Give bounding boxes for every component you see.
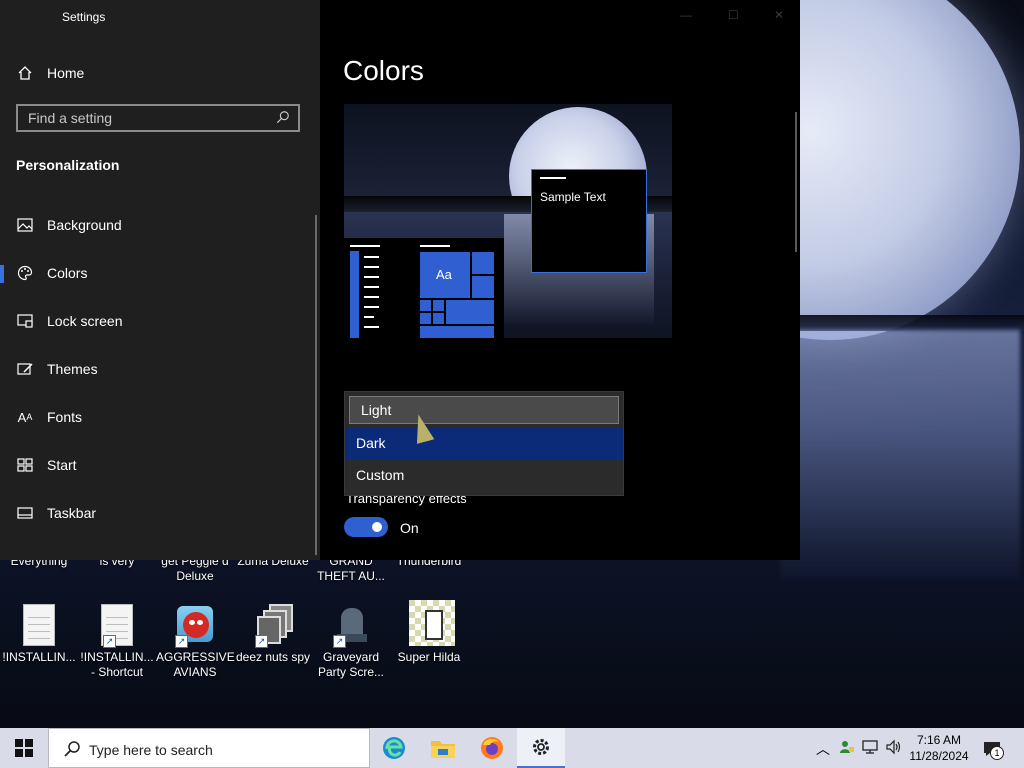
close-icon[interactable]: ✕ [774,8,784,22]
user-presence-icon[interactable] [838,739,856,757]
desktop-icon-super-hilda[interactable]: Super Hilda [390,600,468,665]
notification-center-icon[interactable]: 1 [982,739,1004,760]
preview-start-menu: Aa [344,238,504,338]
preview-sample-text: Sample Text [540,190,606,204]
content-scrollbar[interactable] [795,112,797,252]
nav-scrollbar[interactable] [315,215,317,555]
nav-fonts[interactable]: AA Fonts [0,397,320,437]
desktop-icon-label: !INSTALLIN... [2,650,76,664]
settings-content-pane: — ☐ ✕ Colors Aa Sample Text Transparency… [320,0,800,560]
nav-taskbar-label: Taskbar [47,505,97,521]
themes-icon [16,360,34,378]
water-reflection-graphic [780,330,1020,580]
document-icon [23,604,55,646]
shortcut-arrow-icon: ↗ [103,635,116,648]
nav-start-label: Start [47,457,77,473]
find-setting-input[interactable] [18,106,278,130]
color-mode-dropdown[interactable]: Light Dark Custom [344,391,624,496]
desktop-icon-aggressive-avians[interactable]: ↗ AGGRESSIVE AVIANS [156,604,235,680]
nav-home-label: Home [47,65,85,81]
nav-colors[interactable]: Colors [0,253,320,293]
image-icon [16,216,34,234]
taskbar-file-explorer[interactable] [419,728,467,768]
nav-background-label: Background [47,217,122,233]
find-setting-search[interactable] [16,104,300,132]
page-title: Colors [343,55,424,86]
preview-sample-window: Sample Text [531,169,647,273]
nav-start[interactable]: Start [0,445,320,485]
section-title: Personalization [16,157,120,173]
desktop-icon-graveyard-party[interactable]: ↗ Graveyard Party Scre... [312,604,390,680]
desktop-icon-label: !INSTALLIN... - Shortcut [80,650,154,679]
minimize-icon[interactable]: — [680,8,692,22]
nav-lock-screen[interactable]: Lock screen [0,301,320,341]
settings-nav-pane: Settings Home Personalization Background… [0,0,320,560]
pixel-game-icon [409,600,455,646]
taskbar-edge[interactable] [370,728,418,768]
settings-window: Settings Home Personalization Background… [0,0,800,560]
shortcut-arrow-icon: ↗ [255,635,268,648]
show-hidden-icons-chevron-icon[interactable]: ︿ [814,739,832,757]
nav-taskbar[interactable]: Taskbar [0,493,320,533]
desktop-icon-label: Graveyard Party Scre... [317,650,385,679]
stacked-windows-icon: ↗ [253,604,293,648]
settings-gear-icon [533,739,549,755]
notification-count-badge: 1 [990,746,1004,760]
app-title: Settings [62,10,106,24]
dropdown-option-dark[interactable]: Dark [345,427,623,459]
file-explorer-icon [431,741,455,758]
desktop-icon-installer-shortcut[interactable]: ↗ !INSTALLIN... - Shortcut [78,604,156,680]
taskbar-search-input[interactable] [87,737,361,763]
preview-tile-aa: Aa [420,252,470,298]
firefox-icon [481,737,503,759]
nav-lock-screen-label: Lock screen [47,313,123,329]
fonts-icon: AA [17,409,33,425]
nav-themes[interactable]: Themes [0,349,320,389]
desktop-icon-label: deez nuts spy [235,650,311,664]
palette-icon [16,264,34,282]
search-icon [64,741,80,757]
nav-home[interactable]: Home [0,53,320,93]
taskbar-settings[interactable] [517,728,565,768]
desktop-icon-label: AGGRESSIVE AVIANS [156,650,235,679]
network-icon[interactable] [862,739,880,757]
home-icon [16,64,34,82]
desktop-icon-installer[interactable]: !INSTALLIN... [0,604,78,665]
nav-colors-label: Colors [47,265,88,281]
nav-background[interactable]: Background [0,205,320,245]
windows-logo-icon [15,739,33,757]
taskbar-clock[interactable]: 7:16 AM 11/28/2024 [908,732,970,764]
shortcut-arrow-icon: ↗ [333,635,346,648]
clock-date: 11/28/2024 [909,749,969,763]
shortcut-arrow-icon: ↗ [175,635,188,648]
transparency-toggle[interactable] [344,517,388,537]
taskbar-search-box[interactable] [48,728,370,768]
dropdown-option-light[interactable]: Light [349,396,619,424]
search-icon[interactable] [276,110,290,124]
start-icon [16,456,34,474]
dropdown-option-custom[interactable]: Custom [345,459,623,491]
taskbar: ︿ 7:16 AM 11/28/2024 1 [0,728,1024,768]
toggle-knob [372,522,382,532]
taskbar-firefox[interactable] [468,728,516,768]
maximize-icon[interactable]: ☐ [728,8,739,22]
clock-time: 7:16 AM [916,733,962,747]
graveyard-icon: ↗ [331,604,371,648]
nav-fonts-label: Fonts [47,409,83,425]
desktop-icon-label: Super Hilda [397,650,461,664]
taskbar-icon [16,504,34,522]
edge-icon [383,737,405,759]
color-preview: Aa Sample Text [344,104,672,338]
start-button[interactable] [0,728,48,768]
nav-themes-label: Themes [47,361,98,377]
lock-screen-icon [16,312,34,330]
angry-bird-icon: ↗ [175,604,215,648]
desktop-icon-deez-nuts-spy[interactable]: ↗ deez nuts spy [234,604,312,665]
transparency-toggle-state: On [400,520,419,536]
volume-icon[interactable] [885,739,903,757]
